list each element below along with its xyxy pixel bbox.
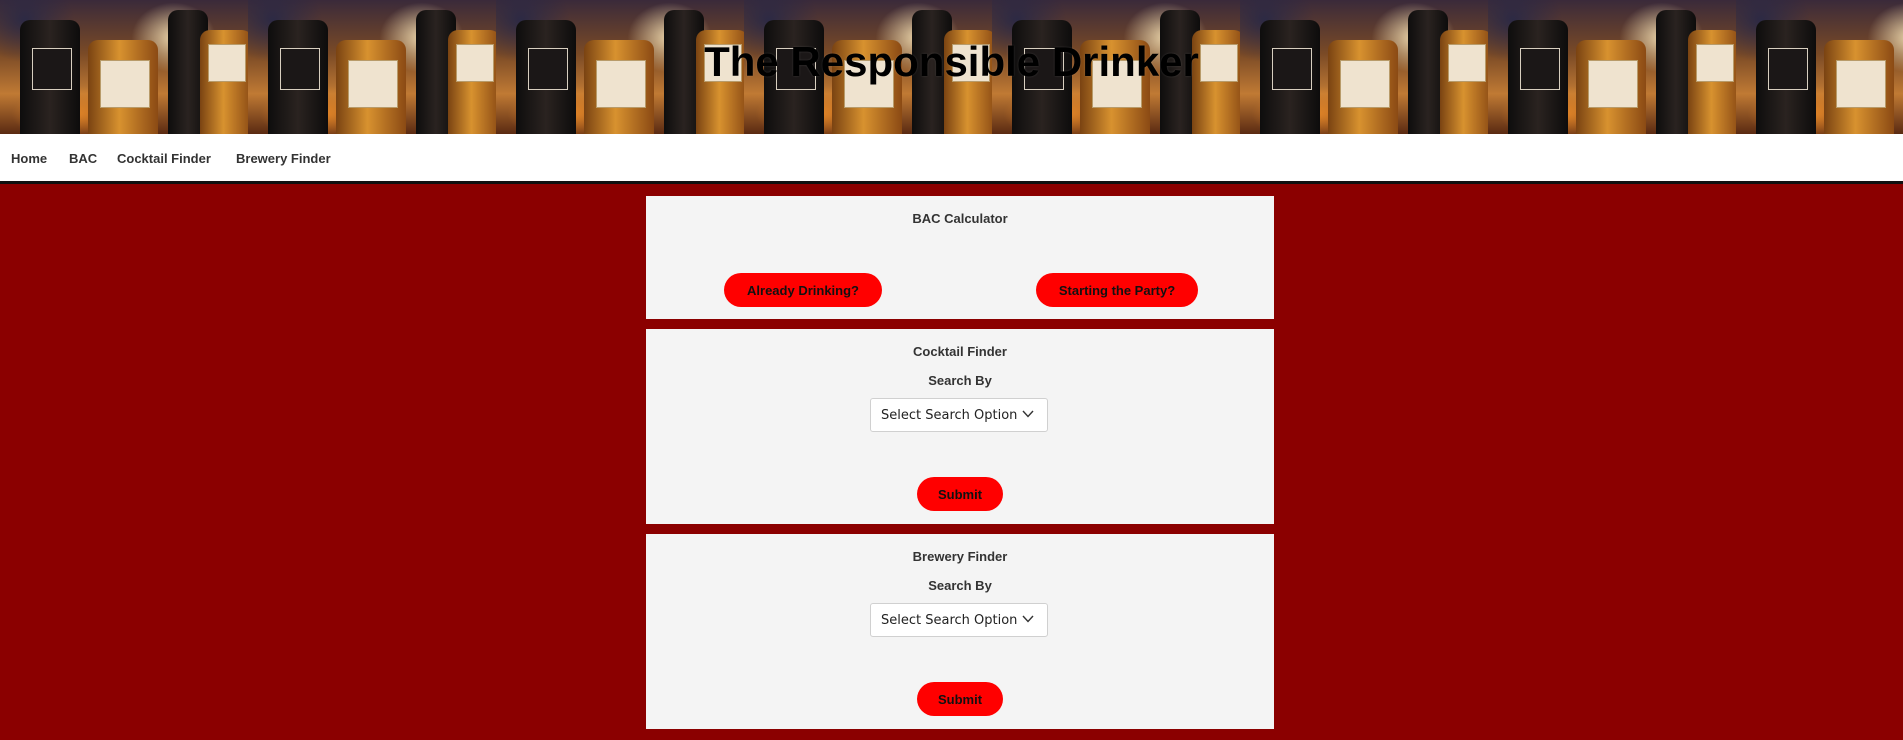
nav-link-brewery-finder[interactable]: Brewery Finder	[236, 151, 331, 166]
nav-link-cocktail-finder[interactable]: Cocktail Finder	[117, 151, 211, 166]
nav-link-bac[interactable]: BAC	[69, 151, 97, 166]
chevron-down-icon	[1022, 410, 1034, 418]
already-drinking-button[interactable]: Already Drinking?	[724, 273, 882, 307]
cocktail-search-select[interactable]: Select Search Option	[870, 398, 1048, 432]
select-value: Select Search Option	[881, 408, 1018, 423]
brewery-search-select[interactable]: Select Search Option	[870, 603, 1048, 637]
bac-calculator-panel: BAC Calculator Already Drinking? Startin…	[646, 196, 1274, 319]
panel-title: Brewery Finder	[912, 549, 1008, 564]
search-by-label: Search By	[928, 373, 992, 388]
brewery-finder-panel: Brewery Finder Search By Select Search O…	[646, 534, 1274, 729]
cocktail-finder-panel: Cocktail Finder Search By Select Search …	[646, 329, 1274, 524]
header-banner: The Responsible Drinker	[0, 0, 1903, 134]
main-navbar: Home BAC Cocktail Finder Brewery Finder	[0, 134, 1903, 184]
starting-party-button[interactable]: Starting the Party?	[1036, 273, 1198, 307]
nav-link-home[interactable]: Home	[11, 151, 47, 166]
panel-title: Cocktail Finder	[913, 344, 1007, 359]
panel-title: BAC Calculator	[912, 211, 1008, 226]
search-by-label: Search By	[928, 578, 992, 593]
brewery-submit-button[interactable]: Submit	[917, 682, 1003, 716]
site-title: The Responsible Drinker	[704, 38, 1199, 85]
select-value: Select Search Option	[881, 613, 1018, 628]
cocktail-submit-button[interactable]: Submit	[917, 477, 1003, 511]
chevron-down-icon	[1022, 615, 1034, 623]
